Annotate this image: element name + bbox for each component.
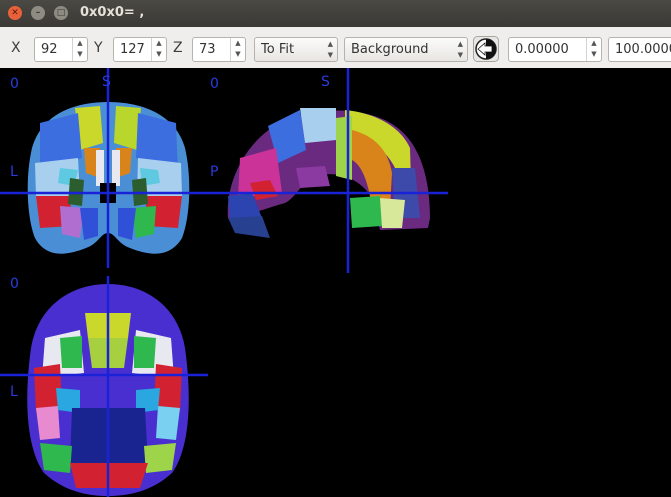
spin-arrows-icon[interactable]: ▲ ▼ xyxy=(151,38,166,61)
y-value: 127 xyxy=(120,42,145,57)
image-viewer[interactable]: 0 S L 0 S P 0 L xyxy=(0,68,671,497)
minimize-icon[interactable]: – xyxy=(31,6,45,20)
axial-top-top-marker: S xyxy=(102,74,111,90)
zoom-combobox[interactable]: To Fit ▲ ▼ xyxy=(254,37,338,62)
zoom-value: To Fit xyxy=(261,42,295,57)
axial-top-corner-label: 0 xyxy=(10,76,19,92)
sagittal-slice[interactable] xyxy=(227,108,430,238)
toolbar: X 92 ▲ ▼ Y 127 ▲ ▼ Z 73 ▲ ▼ To Fit ▲ ▼ Backg… xyxy=(0,27,671,69)
y-spinbox[interactable]: 127 ▲ ▼ xyxy=(113,37,167,62)
axial-bottom-left-marker: L xyxy=(10,384,18,400)
min-value: 0.00000 xyxy=(515,42,569,57)
sagittal-top-marker: S xyxy=(321,74,330,90)
colormap-icon[interactable] xyxy=(473,36,499,62)
axial-top-left-marker: L xyxy=(10,164,18,180)
brain-slices-canvas[interactable] xyxy=(0,68,671,497)
window-title: 0x0x0= , xyxy=(80,5,145,20)
title-bar: ✕ – □ 0x0x0= , xyxy=(0,0,671,27)
spin-arrows-icon[interactable]: ▲ ▼ xyxy=(586,38,601,61)
axial-bottom-corner-label: 0 xyxy=(10,276,19,292)
sagittal-corner-label: 0 xyxy=(210,76,219,92)
z-value: 73 xyxy=(199,42,216,57)
spin-arrows-icon[interactable]: ▲ ▼ xyxy=(230,38,245,61)
x-label: X xyxy=(11,40,21,56)
x-value: 92 xyxy=(41,42,58,57)
layer-combobox[interactable]: Background ▲ ▼ xyxy=(344,37,468,62)
z-label: Z xyxy=(173,40,183,56)
y-label: Y xyxy=(94,40,103,56)
layer-value: Background xyxy=(351,42,429,57)
max-value: 100.0000 xyxy=(615,42,671,57)
min-intensity-spinbox[interactable]: 0.00000 ▲ ▼ xyxy=(508,37,602,62)
maximize-icon[interactable]: □ xyxy=(54,6,68,20)
combo-arrows-icon: ▲ ▼ xyxy=(327,40,333,59)
z-spinbox[interactable]: 73 ▲ ▼ xyxy=(192,37,246,62)
max-intensity-spinbox[interactable]: 100.0000 xyxy=(608,37,671,62)
sagittal-left-marker: P xyxy=(210,164,219,180)
combo-arrows-icon: ▲ ▼ xyxy=(457,40,463,59)
spin-arrows-icon[interactable]: ▲ ▼ xyxy=(72,38,87,61)
close-icon[interactable]: ✕ xyxy=(8,6,22,20)
x-spinbox[interactable]: 92 ▲ ▼ xyxy=(34,37,88,62)
